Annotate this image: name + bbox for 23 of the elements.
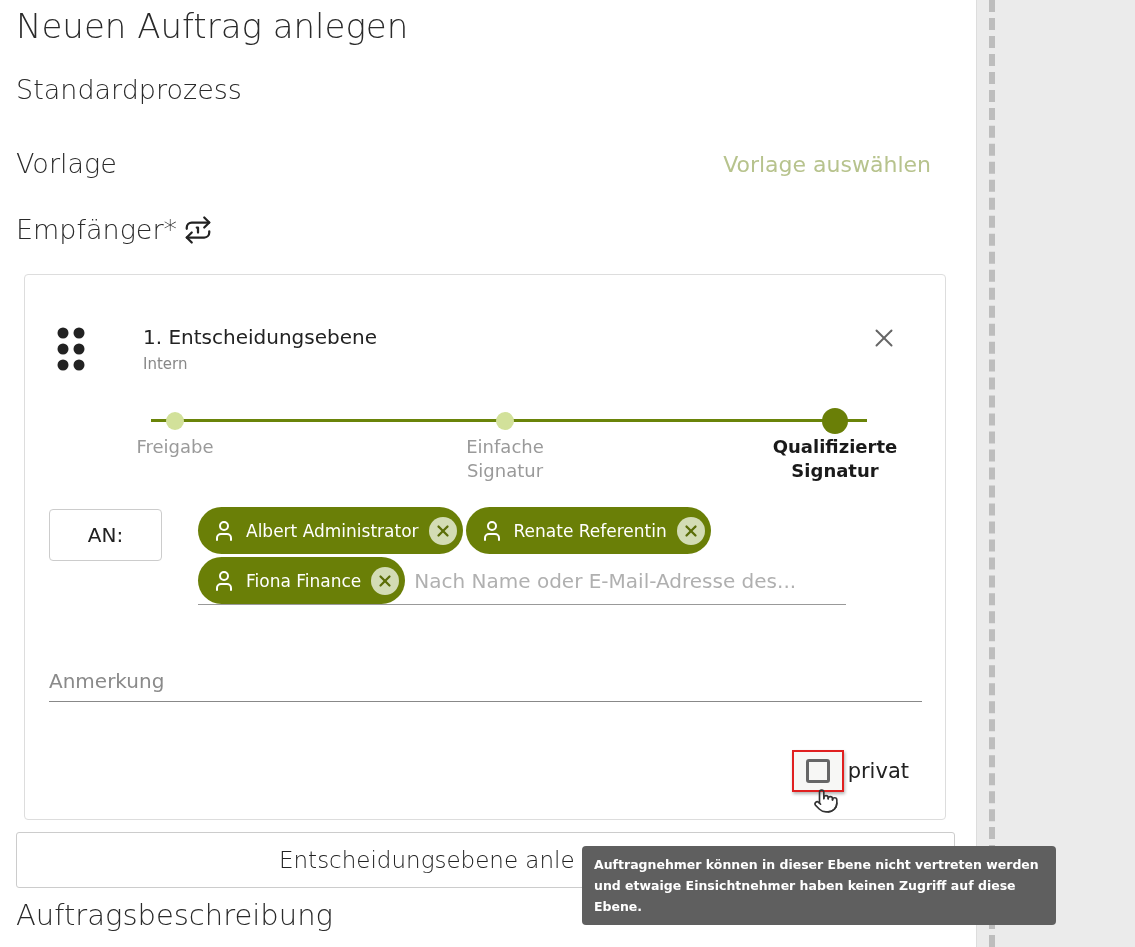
template-label: Vorlage bbox=[16, 147, 117, 181]
remove-icon[interactable] bbox=[371, 566, 400, 595]
private-label: privat bbox=[847, 759, 909, 783]
hand-cursor-icon bbox=[813, 788, 839, 814]
recipient-field[interactable]: Albert Administrator Renate Referentin Fiona Finance Nach Name oder E-Mail-Adresse des... bbox=[198, 507, 846, 605]
page-title: Neuen Auftrag anlegen bbox=[16, 5, 410, 48]
signature-step[interactable]: Einfache Signatur bbox=[435, 407, 575, 483]
private-checkbox[interactable] bbox=[791, 750, 844, 792]
level-title: 1. Entscheidungsebene bbox=[143, 324, 378, 351]
level-subtitle: Intern bbox=[143, 355, 189, 373]
recipient-chip[interactable]: Fiona Finance bbox=[198, 557, 406, 604]
tooltip: Auftragnehmer können in dieser Ebene nicht vertreten werden und etwaige Einsichtnehmer haben keinen Zugriff auf diese Ebene. bbox=[582, 846, 1056, 925]
description-heading: Auftragsbeschreibung bbox=[16, 898, 333, 932]
remove-icon[interactable] bbox=[676, 516, 705, 545]
recipients-label: Empfänger* bbox=[16, 213, 178, 247]
recipient-chip[interactable]: Albert Administrator bbox=[198, 507, 463, 554]
signature-step[interactable]: Qualifizierte Signatur bbox=[765, 407, 905, 483]
drag-handle-icon[interactable] bbox=[57, 327, 85, 371]
recipient-chip[interactable]: Renate Referentin bbox=[465, 507, 711, 554]
remove-icon[interactable] bbox=[428, 516, 457, 545]
to-label: AN: bbox=[49, 509, 162, 561]
process-name: Standardprozess bbox=[16, 73, 243, 107]
signature-step[interactable]: Freigabe bbox=[105, 407, 245, 483]
